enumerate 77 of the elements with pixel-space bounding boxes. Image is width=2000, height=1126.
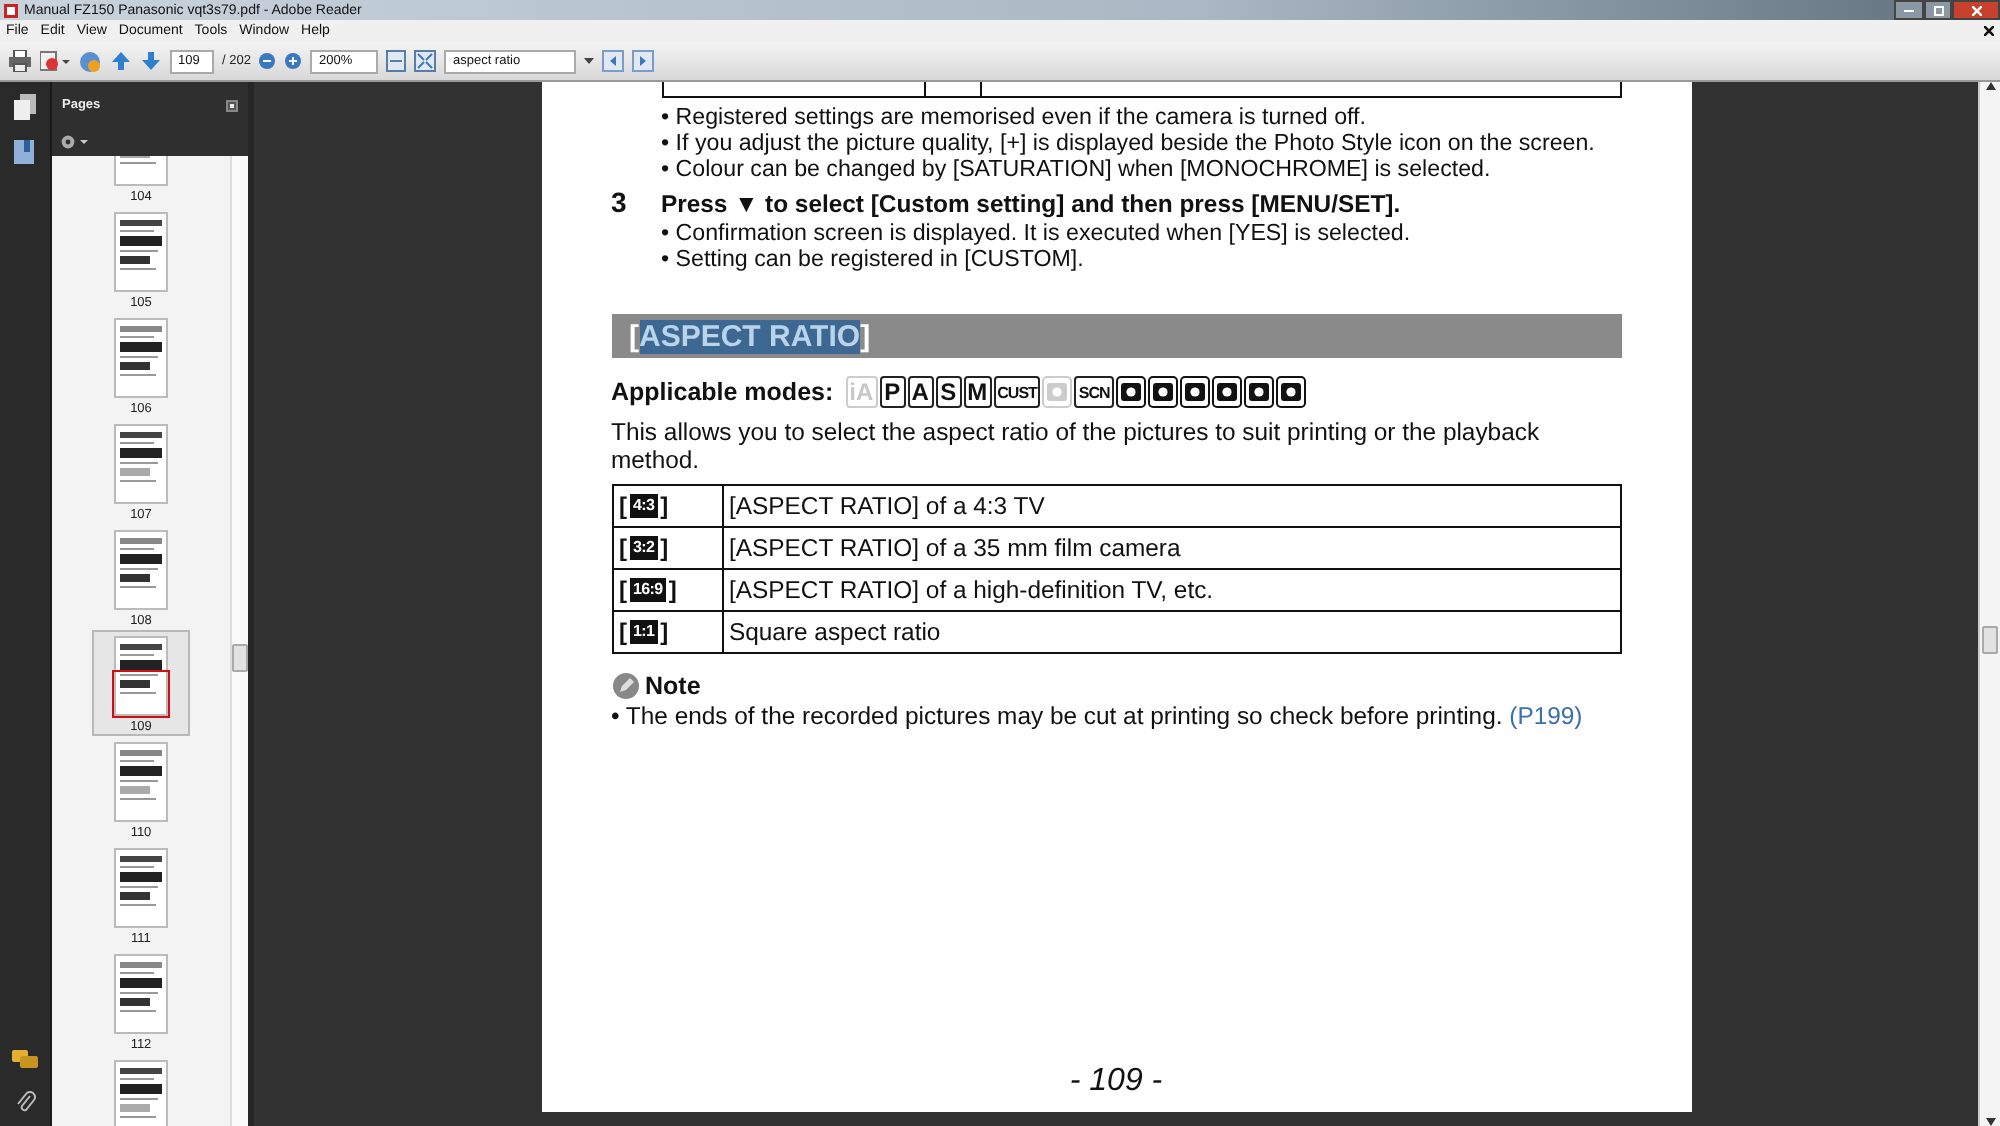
aspect-ratio-badge: 1:1 [629, 620, 659, 644]
bullet-text: • Registered settings are memorised even if the camera is turned off. [661, 104, 1368, 130]
previous-result-icon[interactable] [602, 50, 625, 72]
pencil-icon [611, 672, 639, 700]
bracket: ] [660, 534, 669, 562]
bookmark-icon[interactable] [14, 140, 36, 164]
description-text: This allows you to select the aspect ratio of the pictures to suit printing or the playback method. [611, 418, 1542, 474]
panel-options-icon[interactable] [226, 99, 238, 111]
note-text: • The ends of the recorded pictures may be cut at printing so check before printing. (P199) [611, 702, 1585, 730]
page-thumbnail[interactable] [114, 530, 168, 610]
maximize-button[interactable] [1924, 0, 1952, 20]
fit-page-icon[interactable] [386, 50, 407, 72]
caret-icon[interactable] [584, 57, 595, 65]
pdf-app-icon [4, 3, 18, 17]
bracket: [ [619, 534, 627, 562]
pages-icon[interactable] [14, 94, 36, 120]
zoom-in-icon[interactable] [284, 52, 303, 70]
section-heading: [ASPECT RATIO] [629, 319, 871, 353]
table-cell-text: [ASPECT RATIO] of a 35 mm film camera [727, 532, 1183, 566]
mode-badge: S [935, 376, 962, 408]
table-cell-text: [ASPECT RATIO] of a high-definition TV, etc. [727, 574, 1216, 608]
speech-bubbles-icon[interactable] [12, 1050, 38, 1070]
up-arrow-icon[interactable] [110, 50, 132, 72]
fullscreen-icon[interactable] [414, 50, 437, 72]
mode-badge: SCN [1074, 376, 1114, 408]
aspect-ratio-badge: 16:9 [629, 578, 667, 602]
minimize-icon [1904, 9, 1914, 11]
page-number: - 109 - [1067, 1064, 1165, 1100]
bracket: ] [660, 492, 669, 520]
minimize-button[interactable] [1894, 0, 1924, 20]
page-thumbnail[interactable] [114, 954, 168, 1034]
mode-badge: CUST [993, 376, 1041, 408]
bracket: ] [668, 576, 677, 604]
maximize-icon [1933, 5, 1943, 15]
scrollbar[interactable] [1978, 82, 2000, 1126]
page-thumbnail[interactable] [114, 424, 168, 504]
printer-icon[interactable] [8, 50, 32, 72]
bracket: [ [619, 492, 627, 520]
modes-label: Applicable modes: [611, 378, 834, 406]
bracket: [ [619, 576, 627, 604]
aspect-ratio-badge: 4:3 [629, 494, 659, 518]
document-icon[interactable] [40, 50, 70, 72]
scroll-down-icon[interactable] [1985, 1118, 1995, 1126]
note-title: Note [645, 672, 701, 700]
table-cell-text: Square aspect ratio [727, 616, 943, 650]
next-result-icon[interactable] [632, 50, 655, 72]
mode-badge: A [907, 376, 934, 408]
close-icon[interactable] [1984, 26, 1994, 36]
close-icon [1971, 5, 1981, 15]
step-number: 3 [611, 186, 629, 218]
bullet-text: • Setting can be registered in [CUSTOM]. [661, 246, 1086, 272]
mode-badge: P [879, 376, 906, 408]
aspect-ratio-badge: 3:2 [629, 536, 659, 560]
bullet-text: • Colour can be changed by [SATURATION] when [MONOCHROME] is selected. [661, 156, 1493, 182]
globe-icon[interactable] [78, 49, 102, 73]
bullet-text: • Confirmation screen is displayed. It is executed when [YES] is selected. [661, 220, 1413, 246]
page-thumbnail[interactable] [114, 212, 168, 292]
step-instruction: Press ▼ to select [Custom setting] and then press [MENU/SET]. [661, 190, 1401, 218]
table-cell-text: [ASPECT RATIO] of a 4:3 TV [727, 490, 1047, 524]
gear-icon[interactable] [60, 134, 88, 150]
scrollbar[interactable] [230, 156, 248, 1126]
down-arrow-icon[interactable] [140, 50, 162, 72]
page-link[interactable]: (P199) [1509, 702, 1583, 730]
mode-badge: M [963, 376, 992, 408]
scrollbar-thumb[interactable] [232, 644, 248, 672]
page-thumbnail[interactable] [114, 318, 168, 398]
close-button[interactable] [1952, 0, 2000, 20]
scrollbar-thumb[interactable] [1982, 626, 1998, 654]
page-thumbnail[interactable] [114, 636, 168, 716]
bracket: ] [660, 618, 669, 646]
page-thumbnail[interactable] [114, 848, 168, 928]
bullet-text: • If you adjust the picture quality, [+] is displayed beside the Photo Style icon on the screen. [661, 130, 1597, 156]
page-thumbnail[interactable] [114, 1060, 168, 1126]
bracket: [ [619, 618, 627, 646]
page-thumbnail[interactable] [114, 742, 168, 822]
paperclip-icon[interactable] [15, 1090, 35, 1114]
zoom-out-icon[interactable] [258, 52, 277, 70]
